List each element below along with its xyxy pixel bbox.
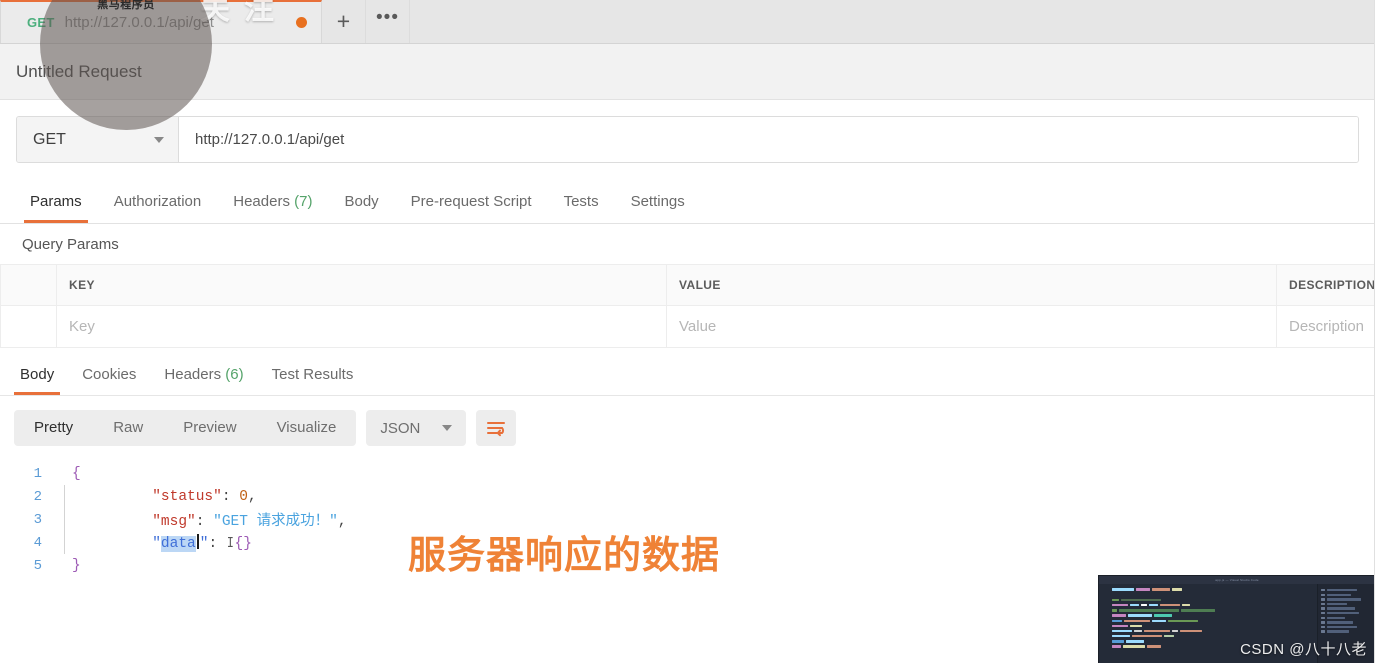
chevron-down-icon [154, 136, 164, 143]
view-mode-raw[interactable]: Raw [93, 410, 163, 446]
response-tab-headers-count: (6) [225, 366, 244, 383]
csdn-watermark: CSDN @八十八老 [1240, 641, 1367, 658]
page-title: Untitled Request [16, 61, 142, 81]
tab-tests[interactable]: Tests [548, 193, 615, 223]
row-checkbox-cell[interactable] [0, 305, 57, 348]
response-format-select[interactable]: JSON [366, 410, 467, 446]
tab-options-button[interactable]: ••• [366, 0, 410, 43]
inset-editor-title: app.js — Visual Studio Code [1215, 578, 1259, 582]
fold-guide [58, 508, 72, 531]
response-tab-body-label: Body [20, 366, 55, 383]
response-tab-test-results[interactable]: Test Results [258, 366, 368, 395]
table-header-row: KEY VALUE DESCRIPTION [0, 264, 1375, 306]
unsaved-changes-dot-icon[interactable] [296, 17, 307, 28]
ibeam-pointer-icon: I [226, 535, 234, 552]
response-tab-body[interactable]: Body [6, 366, 68, 395]
line-number: 2 [33, 488, 42, 505]
view-mode-group: Pretty Raw Preview Visualize [14, 410, 357, 446]
tab-settings[interactable]: Settings [615, 193, 701, 223]
request-title-bar: Untitled Request [0, 44, 1375, 100]
response-tab-cookies[interactable]: Cookies [68, 366, 150, 395]
code-token-comma: , [337, 514, 347, 530]
tab-authorization[interactable]: Authorization [98, 193, 218, 223]
fold-guide [58, 485, 72, 508]
wrap-lines-button[interactable] [476, 410, 517, 446]
fold-guide [58, 554, 72, 577]
response-tab-headers[interactable]: Headers (6) [150, 366, 257, 395]
line-number: 1 [33, 465, 42, 482]
query-params-title: Query Params [0, 224, 1375, 264]
inset-editor-titlebar: app.js — Visual Studio Code [1099, 576, 1375, 584]
selected-text-data[interactable]: data [160, 535, 196, 552]
url-input[interactable]: http://127.0.0.1/api/get [179, 117, 1358, 162]
line-number: 4 [33, 534, 42, 551]
column-header-key: KEY [56, 264, 667, 306]
inset-video-overlay: app.js — Visual Studio Code CSDN @八十八老 [1098, 575, 1375, 663]
line-number: 5 [33, 557, 42, 574]
view-mode-pretty[interactable]: Pretty [14, 410, 93, 446]
fold-guide [58, 462, 72, 485]
code-token-colon: : [208, 535, 226, 552]
request-tab-method: GET [27, 15, 55, 30]
response-format-value: JSON [380, 419, 421, 437]
table-row: Key Value Description [0, 305, 1375, 348]
view-mode-preview[interactable]: Preview [163, 410, 256, 446]
tab-pre-request-script[interactable]: Pre-request Script [395, 193, 548, 223]
response-tab-headers-label: Headers [164, 366, 222, 383]
tab-body-label: Body [344, 193, 379, 210]
inset-editor-gutter [1099, 584, 1109, 663]
request-tab-url: http://127.0.0.1/api/get [64, 14, 214, 31]
http-method-value: GET [33, 130, 66, 148]
tab-authorization-label: Authorization [113, 193, 202, 210]
url-bar-row: GET http://127.0.0.1/api/get [0, 100, 1375, 176]
tab-pre-request-script-label: Pre-request Script [410, 193, 532, 210]
response-tabs: Body Cookies Headers (6) Test Results [0, 348, 1375, 396]
wrap-lines-icon [487, 421, 506, 436]
value-input[interactable]: Value [666, 305, 1277, 348]
http-method-select[interactable]: GET [17, 117, 179, 162]
tab-headers-count: (7) [294, 193, 313, 210]
tab-body[interactable]: Body [328, 193, 394, 223]
text-cursor-icon [196, 533, 199, 549]
tab-tests-label: Tests [563, 193, 599, 210]
request-tab-strip: GET http://127.0.0.1/api/get + ••• 关注 黑马… [0, 0, 1375, 130]
response-tab-test-results-label: Test Results [271, 366, 354, 383]
view-mode-visualize[interactable]: Visualize [257, 410, 357, 446]
query-params-table: KEY VALUE DESCRIPTION Key Value Descript… [0, 264, 1375, 348]
line-number: 3 [33, 511, 42, 528]
tab-settings-label: Settings [630, 193, 685, 210]
tab-headers-label: Headers [233, 193, 290, 210]
column-header-value: VALUE [666, 264, 1277, 306]
code-token-quote-open: " [152, 535, 161, 552]
response-tab-cookies-label: Cookies [82, 366, 137, 383]
tab-headers[interactable]: Headers (7) [217, 193, 328, 223]
description-input[interactable]: Description [1276, 305, 1375, 348]
response-view-toolbar: Pretty Raw Preview Visualize JSON [0, 396, 1375, 456]
annotation-server-response-data: 服务器响应的数据 [408, 533, 721, 577]
key-input[interactable]: Key [56, 305, 667, 348]
chevron-down-icon [442, 425, 453, 431]
code-token-close-brace: } [72, 557, 81, 574]
request-tabs: Params Authorization Headers (7) Body Pr… [0, 176, 1375, 224]
request-tab[interactable]: GET http://127.0.0.1/api/get [0, 0, 322, 43]
new-tab-button[interactable]: + [322, 0, 366, 43]
column-header-description: DESCRIPTION [1276, 264, 1375, 306]
code-token-value-data: {} [234, 535, 252, 552]
tab-params-label: Params [30, 193, 82, 210]
url-bar: GET http://127.0.0.1/api/get [16, 116, 1359, 163]
tab-params[interactable]: Params [14, 193, 98, 223]
column-header-checkbox [0, 264, 57, 306]
fold-guide [58, 531, 72, 554]
